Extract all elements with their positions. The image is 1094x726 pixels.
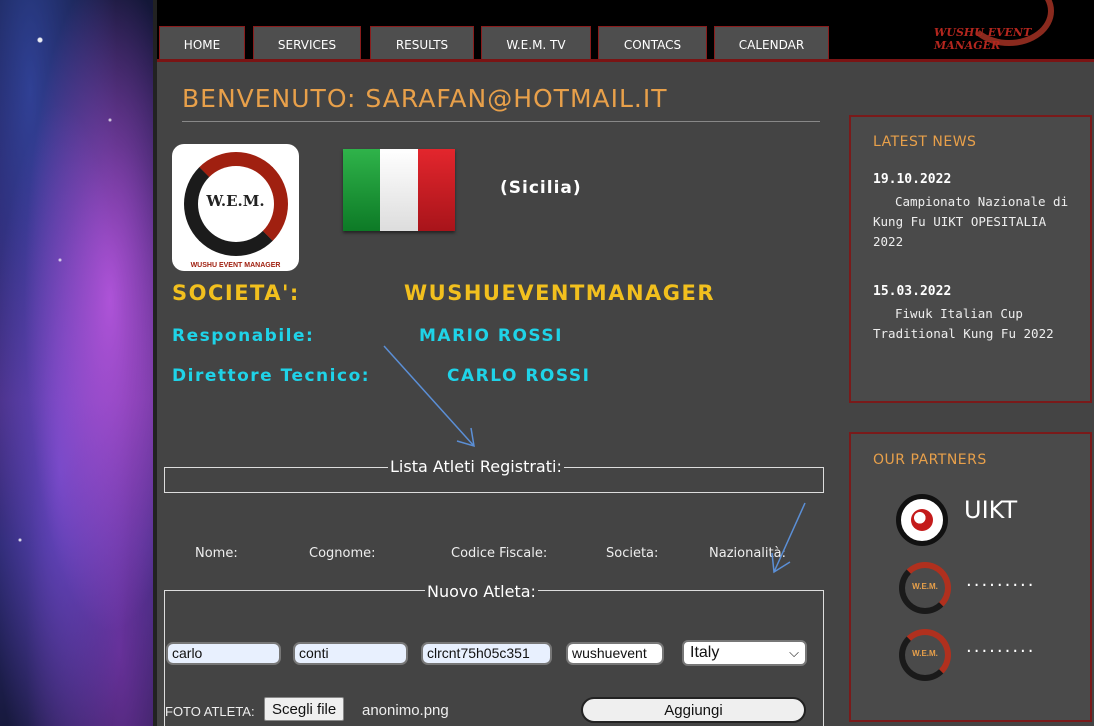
nav-home[interactable]: HOME (159, 26, 245, 62)
news-date: 15.03.2022 (873, 284, 952, 299)
responsabile-value: MARIO ROSSI (419, 326, 563, 346)
nazionalita-select[interactable]: Italy ⌵ (682, 640, 807, 666)
nazionalita-value: Italy (690, 644, 720, 661)
latest-news-title: LATEST NEWS (873, 134, 977, 150)
brand-logo[interactable]: WUSHU EVENT MANAGER (934, 0, 1094, 60)
cognome-input[interactable]: conti (293, 642, 408, 665)
partner-name-placeholder[interactable]: ......... (966, 570, 1036, 591)
header-nazionalita: Nazionalità: (709, 546, 786, 561)
file-name: anonimo.png (362, 702, 449, 719)
codice-fiscale-input[interactable]: clrcnt75h05c351 (421, 642, 552, 665)
add-athlete-button[interactable]: Aggiungi (581, 697, 806, 723)
society-logo-text: W.E.M. (206, 192, 265, 210)
welcome-divider (182, 121, 820, 122)
sidebar: LATEST NEWS 19.10.2022 Campionato Nazion… (837, 62, 1094, 726)
society-logo-subtext: WUSHU EVENT MANAGER (190, 262, 281, 269)
choose-file-button[interactable]: Scegli file (264, 697, 345, 721)
nav-wem-tv[interactable]: W.E.M. TV (481, 26, 591, 62)
responsabile-label: Responabile: (172, 326, 315, 346)
top-navigation: HOME SERVICES RESULTS W.E.M. TV CONTACS … (157, 0, 1094, 62)
news-date: 19.10.2022 (873, 172, 952, 187)
partner-name-placeholder[interactable]: ......... (966, 636, 1036, 657)
partners-box: OUR PARTNERS UIKT W.E.M. ......... W.E.M… (849, 432, 1092, 722)
brand-logo-text: WUSHU EVENT MANAGER (934, 26, 1032, 52)
partners-title: OUR PARTNERS (873, 452, 987, 468)
partner-name-uikt[interactable]: UIKT (964, 496, 1017, 524)
header-societa: Societa: (606, 546, 659, 561)
foto-label: FOTO ATLETA: (165, 704, 255, 719)
direttore-label: Direttore Tecnico: (172, 366, 371, 386)
region-label: (Sicilia) (500, 178, 582, 198)
space-background (0, 0, 153, 726)
nav-services[interactable]: SERVICES (253, 26, 361, 62)
societa-label: SOCIETA': (172, 281, 300, 305)
societa-input[interactable]: wushuevent (566, 642, 664, 665)
yin-yang-icon (911, 509, 933, 531)
nome-input[interactable]: carlo (166, 642, 281, 665)
main-content: BENVENUTO: SARAFAN@HOTMAIL.IT W.E.M. WUS… (157, 62, 837, 726)
nav-contacs[interactable]: CONTACS (598, 26, 707, 62)
latest-news-box: LATEST NEWS 19.10.2022 Campionato Nazion… (849, 115, 1092, 403)
welcome-title: BENVENUTO: SARAFAN@HOTMAIL.IT (182, 84, 668, 113)
header-nome: Nome: (195, 546, 238, 561)
societa-value: WUSHUEVENTMANAGER (404, 281, 716, 305)
header-cognome: Cognome: (309, 546, 376, 561)
direttore-value: CARLO ROSSI (447, 366, 591, 386)
wem-partner-logo[interactable]: W.E.M. (899, 562, 951, 614)
uikt-logo[interactable] (896, 494, 948, 546)
nav-results[interactable]: RESULTS (370, 26, 474, 62)
header-codice-fiscale: Codice Fiscale: (451, 546, 548, 561)
wem-partner-logo[interactable]: W.E.M. (899, 629, 951, 681)
news-text[interactable]: Fiwuk Italian Cup Traditional Kung Fu 20… (873, 304, 1073, 344)
news-text[interactable]: Campionato Nazionale di Kung Fu UIKT OPE… (873, 192, 1073, 252)
new-athlete-legend: Nuovo Atleta: (425, 582, 538, 601)
society-logo: W.E.M. WUSHU EVENT MANAGER (172, 144, 299, 271)
italy-flag-icon (343, 149, 455, 231)
nav-calendar[interactable]: CALENDAR (714, 26, 829, 62)
athletes-list-legend: Lista Atleti Registrati: (388, 457, 564, 476)
chevron-down-icon: ⌵ (789, 645, 799, 660)
